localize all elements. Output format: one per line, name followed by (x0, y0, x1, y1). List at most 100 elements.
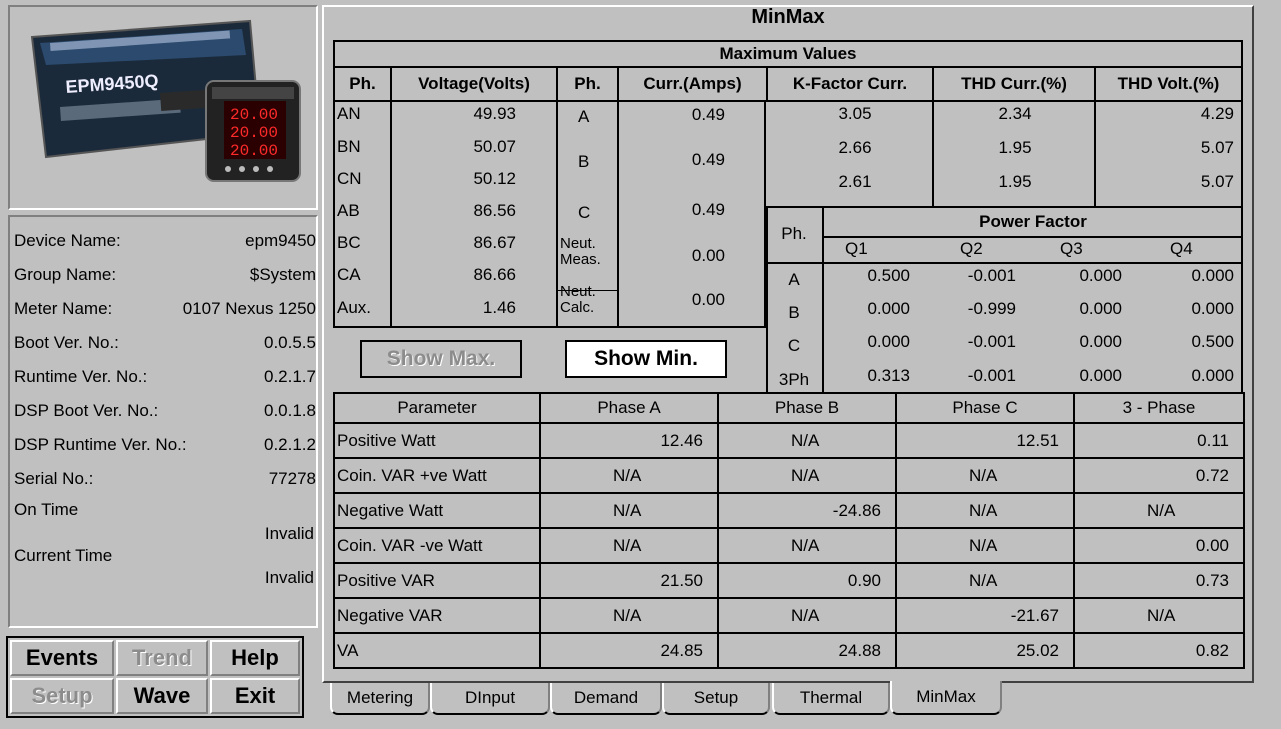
device-image-panel: EPM9450Q 20.00 20.00 20.00 (8, 5, 318, 210)
events-button[interactable]: Events (10, 640, 114, 676)
neutral-measured-value: 0.00 (691, 246, 725, 265)
setup-button[interactable]: Setup (10, 678, 114, 714)
power-value: N/A (717, 422, 897, 459)
pf-value: 0.000 (1191, 366, 1234, 385)
tab-minmax[interactable]: MinMax (890, 681, 1002, 715)
pf-ph-label: Ph. (781, 224, 807, 243)
voltage-phase-label: BN (337, 137, 361, 156)
info-value: $System (249, 265, 316, 284)
pf-phase-label: 3Ph (778, 370, 810, 389)
power-row: Coin. VAR +ve Watt N/A N/A N/A 0.72 (333, 457, 1245, 494)
header-current: Curr.(Amps) (617, 66, 768, 102)
pf-value: 0.313 (867, 366, 910, 385)
help-button[interactable]: Help (210, 640, 300, 676)
show-max-button[interactable]: Show Max. (360, 340, 522, 378)
info-value: 0.2.1.2 (264, 435, 316, 454)
current-c-label: C (578, 203, 591, 222)
power-parameter: Positive VAR (333, 562, 541, 599)
pf-value: 0.000 (1079, 299, 1122, 318)
pf-value: -0.999 (967, 299, 1016, 318)
pf-value: 0.000 (1191, 266, 1234, 285)
power-value: 0.73 (1073, 562, 1245, 599)
display-digits-1: 20.00 (230, 106, 278, 124)
power-row: Positive Watt 12.46 N/A 12.51 0.11 (333, 422, 1245, 459)
neutral-measured-label-1: Neut. (560, 235, 596, 252)
thd-voltage-value: 4.29 (1200, 104, 1234, 123)
info-value: 0.0.1.8 (264, 401, 316, 420)
thd-current-value: 1.95 (998, 172, 1032, 191)
pf-value: 0.000 (1191, 299, 1234, 318)
power-value: N/A (895, 492, 1075, 529)
tab-thermal[interactable]: Thermal (772, 683, 890, 715)
pf-value: 0.000 (1079, 266, 1122, 285)
power-value: 12.46 (539, 422, 719, 459)
power-parameter: Positive Watt (333, 422, 541, 459)
voltage-phase-label: AB (337, 201, 360, 220)
power-table: Parameter Phase A Phase B Phase C3 - Phase … (333, 392, 1245, 669)
info-value: epm9450 (245, 231, 316, 250)
power-column-header: Parameter (333, 392, 541, 424)
current-b-label: B (578, 152, 590, 171)
kfactor-value: 3.05 (838, 104, 872, 123)
power-value: 21.50 (539, 562, 719, 599)
voltage-col-divider (390, 100, 392, 326)
header-ph-2: Ph. (556, 66, 619, 102)
display-digits-3: 20.00 (230, 142, 278, 160)
on-time-label: On Time (14, 500, 79, 519)
power-parameter: VA (333, 632, 541, 669)
power-value: N/A (717, 597, 897, 634)
info-label: DSP Runtime Ver. No.: (14, 435, 187, 454)
exit-button[interactable]: Exit (210, 678, 300, 714)
pf-phase-label: B (788, 303, 800, 322)
trend-button[interactable]: Trend (116, 640, 208, 676)
tab-dinput[interactable]: DInput (430, 683, 550, 715)
voltage-value: 50.07 (473, 137, 516, 156)
info-row: DSP Runtime Ver. No.: 0.2.1.2 (14, 428, 316, 462)
info-value: 0.2.1.7 (264, 367, 316, 386)
power-value: 24.88 (717, 632, 897, 669)
power-value: -21.67 (895, 597, 1075, 634)
power-value: N/A (1073, 492, 1245, 529)
current-time-value: Invalid (264, 568, 314, 587)
info-row: Meter Name: 0107 Nexus 1250 (14, 292, 316, 326)
power-value: 25.02 (895, 632, 1075, 669)
voltage-phase-label: AN (337, 104, 361, 123)
info-row: Device Name: epm9450 (14, 224, 316, 258)
info-label: Runtime Ver. No.: (14, 367, 148, 386)
power-factor-title: Power Factor (979, 212, 1087, 231)
voltage-value: 86.67 (473, 233, 516, 252)
thd-divider (1094, 100, 1096, 206)
neutral-calculated-value: 0.00 (691, 290, 725, 309)
power-row: Positive VAR 21.50 0.90 N/A 0.73 (333, 562, 1245, 599)
info-label: Meter Name: (14, 299, 113, 318)
power-parameter: Negative VAR (333, 597, 541, 634)
tab-metering[interactable]: Metering (330, 683, 430, 715)
voltage-phase-label: CA (337, 265, 361, 284)
tab-demand[interactable]: Demand (550, 683, 662, 715)
ph2-col-divider (556, 100, 558, 326)
pf-value: -0.001 (967, 332, 1016, 351)
kfactor-value: 2.61 (838, 172, 872, 191)
pf-header-divider (766, 262, 1242, 264)
wave-button[interactable]: Wave (116, 678, 208, 714)
power-value: N/A (539, 597, 719, 634)
power-value: 0.82 (1073, 632, 1245, 669)
power-row: Negative Watt N/A -24.86 N/A N/A (333, 492, 1245, 529)
power-value: N/A (539, 457, 719, 494)
tab-setup[interactable]: Setup (662, 683, 770, 715)
show-min-button[interactable]: Show Min. (565, 340, 727, 378)
voltage-phase-label: Aux. (337, 298, 372, 317)
pf-quadrant-header: Q3 (1060, 239, 1083, 258)
power-column-header: 3 - Phase (1073, 392, 1245, 424)
header-thd-voltage: THD Volt.(%) (1093, 66, 1244, 102)
power-value: N/A (539, 492, 719, 529)
voltage-value: 49.93 (473, 104, 516, 123)
current-c-value: 0.49 (691, 200, 725, 219)
power-column-header: Phase B (717, 392, 897, 424)
power-column-header: Phase A (539, 392, 719, 424)
info-row: Runtime Ver. No.: 0.2.1.7 (14, 360, 316, 394)
kfactor-value: 2.66 (838, 138, 872, 157)
thd-current-value: 2.34 (998, 104, 1032, 123)
power-parameter: Coin. VAR -ve Watt (333, 527, 541, 564)
info-value: 77278 (268, 469, 316, 488)
